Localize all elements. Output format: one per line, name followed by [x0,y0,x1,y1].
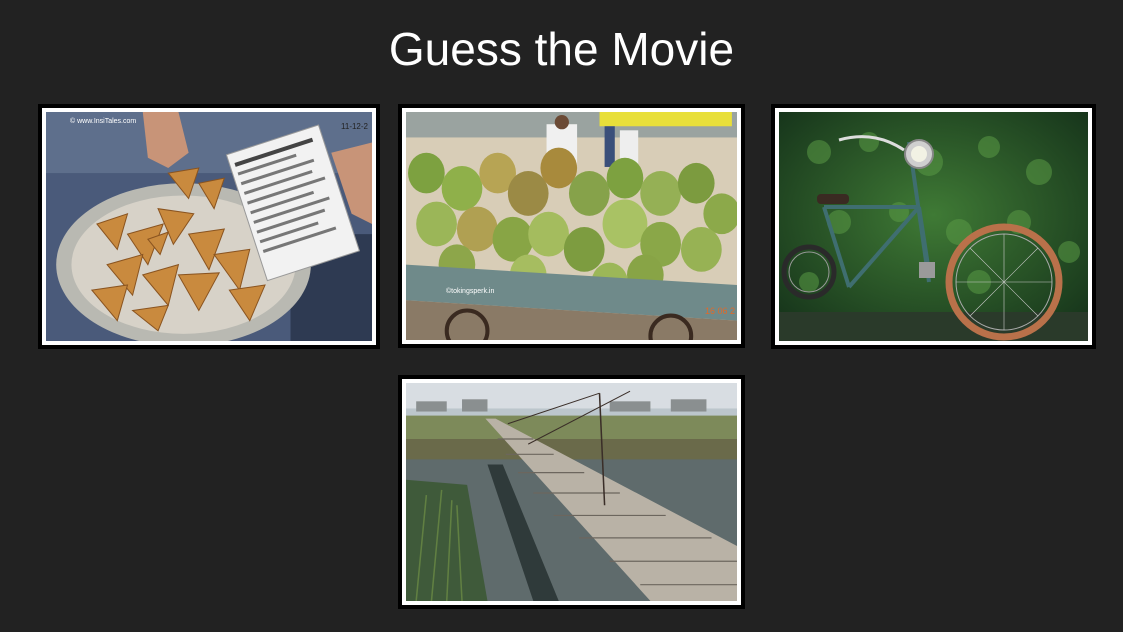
photo-date-stamp: 16 06 2 [704,306,735,316]
coconuts-image [406,112,737,340]
newspaper-date: 11-12-2 [341,122,368,131]
rope-bridge-image [406,383,737,601]
photo-rope-bridge [398,375,745,609]
photo-samosas: © www.InsiTales.com 11-12-2 [38,104,380,349]
photo-watermark: ©tokingsperk.in [446,288,495,295]
photo-coconuts: ©tokingsperk.in 16 06 2 [398,104,745,348]
slide-title: Guess the Movie [388,23,735,75]
samosas-image [46,112,372,341]
photo-bicycle [771,104,1096,349]
photo-watermark: © www.InsiTales.com [70,118,137,125]
bicycle-image [779,112,1088,341]
